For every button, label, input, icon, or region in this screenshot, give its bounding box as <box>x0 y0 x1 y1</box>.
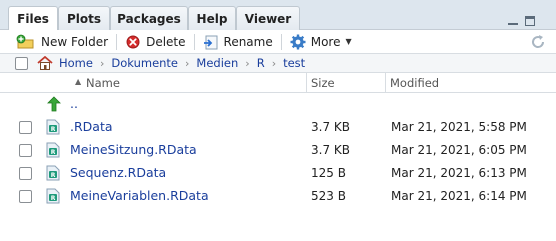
rdata-file-icon: R <box>46 188 60 204</box>
row-checkbox[interactable] <box>19 121 32 134</box>
tab-viewer[interactable]: Viewer <box>236 6 300 30</box>
breadcrumb-home[interactable]: Home <box>59 56 93 70</box>
tab-help[interactable]: Help <box>188 6 236 30</box>
toolbar-divider <box>116 33 118 50</box>
svg-text:R: R <box>51 126 56 133</box>
delete-button[interactable]: Delete <box>121 32 189 52</box>
new-folder-button[interactable]: New Folder <box>12 32 112 52</box>
tab-files[interactable]: Files <box>8 6 58 31</box>
file-size: 523 B <box>311 189 346 203</box>
rdata-file-icon: R <box>46 119 60 135</box>
more-label: More <box>310 34 341 49</box>
breadcrumb-medien[interactable]: Medien <box>196 56 238 70</box>
parent-directory-row[interactable]: .. <box>0 93 556 116</box>
column-size[interactable]: Size <box>311 73 335 92</box>
maximize-pane-icon[interactable] <box>523 15 537 27</box>
svg-text:R: R <box>51 149 56 156</box>
rdata-file-icon: R <box>46 165 60 181</box>
file-name-link[interactable]: MeineVariablen.RData <box>70 188 209 203</box>
column-divider <box>385 73 386 92</box>
file-name-link[interactable]: Sequenz.RData <box>70 165 166 180</box>
up-arrow-icon <box>47 96 61 112</box>
tab-bar: Files Plots Packages Help Viewer <box>0 0 556 31</box>
column-divider <box>306 73 307 92</box>
breadcrumb-test[interactable]: test <box>283 56 305 70</box>
table-row[interactable]: R Sequenz.RData 125 B Mar 21, 2021, 6:13… <box>0 162 556 185</box>
file-size: 125 B <box>311 166 346 180</box>
rename-icon <box>203 35 218 49</box>
breadcrumb-separator: › <box>271 56 277 70</box>
files-pane: Files Plots Packages Help Viewer New Fol… <box>0 0 556 241</box>
row-checkbox[interactable] <box>19 190 32 203</box>
row-checkbox[interactable] <box>19 167 32 180</box>
breadcrumb-separator: › <box>245 56 250 70</box>
toolbar-divider <box>193 33 195 50</box>
minimize-pane-icon[interactable] <box>506 15 520 27</box>
more-button[interactable]: More ▼ <box>286 32 356 52</box>
row-checkbox[interactable] <box>19 144 32 157</box>
tab-packages[interactable]: Packages <box>110 6 188 30</box>
sort-ascending-icon: ▲ <box>75 77 82 86</box>
rename-label: Rename <box>223 34 273 49</box>
svg-text:R: R <box>51 195 56 202</box>
breadcrumb-separator: › <box>185 56 190 70</box>
toolbar-divider <box>280 33 282 50</box>
parent-directory-link[interactable]: .. <box>70 96 78 111</box>
file-size: 3.7 KB <box>311 143 350 157</box>
file-name-link[interactable]: MeineSitzung.RData <box>70 142 197 157</box>
new-folder-icon <box>16 34 34 48</box>
refresh-icon[interactable] <box>529 33 547 51</box>
breadcrumb: Home › Dokumente › Medien › R › test <box>0 54 556 73</box>
select-all-checkbox[interactable] <box>15 56 28 70</box>
files-toolbar: New Folder Delete Rename More ▼ <box>0 30 556 54</box>
breadcrumb-dokumente[interactable]: Dokumente <box>111 56 178 70</box>
table-row[interactable]: R MeineVariablen.RData 523 B Mar 21, 202… <box>0 185 556 208</box>
table-row[interactable]: R MeineSitzung.RData 3.7 KB Mar 21, 2021… <box>0 139 556 162</box>
file-size: 3.7 KB <box>311 120 350 134</box>
file-modified: Mar 21, 2021, 5:58 PM <box>391 120 527 134</box>
delete-label: Delete <box>146 34 186 49</box>
rename-button[interactable]: Rename <box>199 32 277 52</box>
file-modified: Mar 21, 2021, 6:14 PM <box>391 189 527 203</box>
table-row[interactable]: R .RData 3.7 KB Mar 21, 2021, 5:58 PM <box>0 116 556 139</box>
file-list-header: ▲ Name Size Modified <box>0 73 556 93</box>
delete-icon <box>126 35 140 48</box>
chevron-down-icon: ▼ <box>345 37 352 46</box>
file-modified: Mar 21, 2021, 6:13 PM <box>391 166 527 180</box>
new-folder-label: New Folder <box>41 34 109 49</box>
breadcrumb-separator: › <box>99 56 105 70</box>
svg-text:R: R <box>51 172 56 179</box>
column-modified[interactable]: Modified <box>390 73 439 92</box>
file-name-link[interactable]: .RData <box>70 119 113 134</box>
gear-icon <box>290 34 306 49</box>
rdata-file-icon: R <box>46 142 60 158</box>
column-name[interactable]: Name <box>86 73 120 92</box>
home-icon[interactable] <box>37 56 53 70</box>
tab-plots[interactable]: Plots <box>58 6 110 30</box>
file-modified: Mar 21, 2021, 6:05 PM <box>391 143 527 157</box>
breadcrumb-r[interactable]: R <box>257 56 265 70</box>
